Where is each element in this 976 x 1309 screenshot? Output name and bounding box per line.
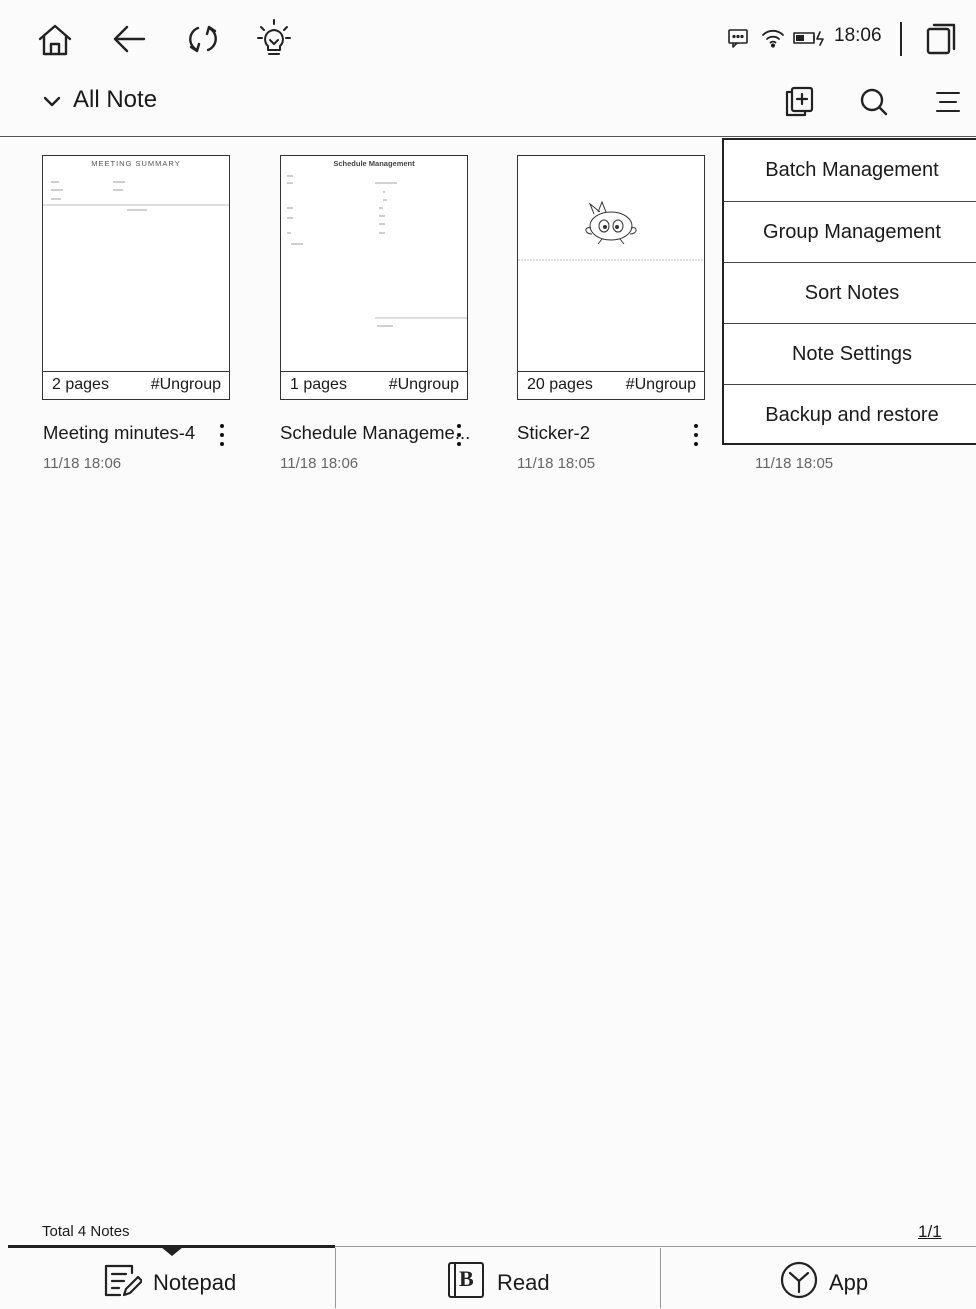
tab-app-label: App bbox=[829, 1270, 869, 1295]
menu-icon[interactable] bbox=[934, 88, 962, 116]
window-icon[interactable] bbox=[925, 22, 957, 56]
menu-item-group-management[interactable]: Group Management bbox=[724, 202, 976, 263]
note-card-footer: 1 pages #Ungroup bbox=[281, 371, 467, 399]
note-thumbnail: MEETING SUMMARY bbox=[43, 156, 229, 373]
note-date: 11/18 18:05 bbox=[517, 455, 596, 472]
refresh-icon[interactable] bbox=[185, 21, 221, 57]
back-arrow-icon[interactable] bbox=[110, 22, 148, 56]
chevron-down-icon[interactable] bbox=[42, 92, 62, 112]
thumbnail-lines bbox=[287, 175, 467, 327]
note-title[interactable]: Sticker-2 bbox=[517, 422, 677, 444]
tab-notepad-label: Notepad bbox=[153, 1270, 237, 1295]
header-divider bbox=[0, 136, 976, 137]
note-card-footer: 2 pages #Ungroup bbox=[43, 371, 229, 399]
status-time: 18:06 bbox=[834, 25, 882, 46]
more-options-icon[interactable] bbox=[691, 421, 701, 449]
page-count: 1 pages bbox=[290, 376, 347, 393]
message-icon bbox=[727, 28, 749, 48]
more-options-icon[interactable] bbox=[217, 421, 227, 449]
menu-item-sort-notes[interactable]: Sort Notes bbox=[724, 263, 976, 324]
new-note-icon[interactable] bbox=[783, 85, 815, 119]
battery-icon bbox=[793, 30, 829, 46]
note-card[interactable]: Schedule Management 1 pages #Ungroup bbox=[280, 155, 468, 400]
search-icon[interactable] bbox=[858, 86, 890, 118]
group-tag: #Ungroup bbox=[625, 376, 696, 393]
group-tag: #Ungroup bbox=[150, 376, 221, 393]
menu-item-backup-restore[interactable]: Backup and restore bbox=[724, 385, 976, 446]
app-cube-icon bbox=[779, 1260, 819, 1300]
note-title[interactable]: Meeting minutes-4 bbox=[43, 422, 208, 444]
home-icon[interactable] bbox=[36, 22, 74, 58]
wifi-icon bbox=[761, 28, 785, 48]
page-count: 2 pages bbox=[52, 376, 109, 393]
note-thumbnail: Schedule Management bbox=[281, 156, 467, 373]
note-card[interactable]: 20 pages #Ungroup bbox=[517, 155, 705, 400]
note-date: 11/18 18:06 bbox=[43, 455, 122, 472]
note-thumbnail bbox=[518, 156, 704, 373]
thumbnail-heading: MEETING SUMMARY bbox=[91, 159, 181, 168]
book-icon: B bbox=[448, 1262, 484, 1298]
thumbnail-heading: Schedule Management bbox=[333, 159, 415, 168]
page-count: 20 pages bbox=[527, 376, 593, 393]
total-notes: Total 4 Notes bbox=[42, 1223, 130, 1240]
note-card[interactable]: MEETING SUMMARY 2 pages #Ungroup bbox=[42, 155, 230, 400]
group-tag: #Ungroup bbox=[388, 376, 459, 393]
lightbulb-icon[interactable] bbox=[256, 18, 292, 58]
note-date: 11/18 18:05 bbox=[755, 455, 834, 472]
sticker-drawing bbox=[518, 200, 704, 261]
menu-item-note-settings[interactable]: Note Settings bbox=[724, 324, 976, 385]
note-card-footer: 20 pages #Ungroup bbox=[518, 371, 704, 399]
options-menu: Batch Management Group Management Sort N… bbox=[722, 138, 976, 445]
menu-item-batch-management[interactable]: Batch Management bbox=[724, 140, 976, 201]
note-date: 11/18 18:06 bbox=[280, 455, 359, 472]
more-options-icon[interactable] bbox=[454, 421, 464, 449]
page-title[interactable]: All Note bbox=[73, 86, 157, 114]
tab-read-label: Read bbox=[497, 1270, 550, 1295]
note-title[interactable]: Schedule Manageme... bbox=[280, 422, 472, 444]
status-divider bbox=[900, 22, 902, 56]
thumbnail-lines bbox=[43, 181, 229, 211]
page-indicator[interactable]: 1/1 bbox=[918, 1222, 942, 1242]
notepad-icon bbox=[102, 1261, 142, 1299]
